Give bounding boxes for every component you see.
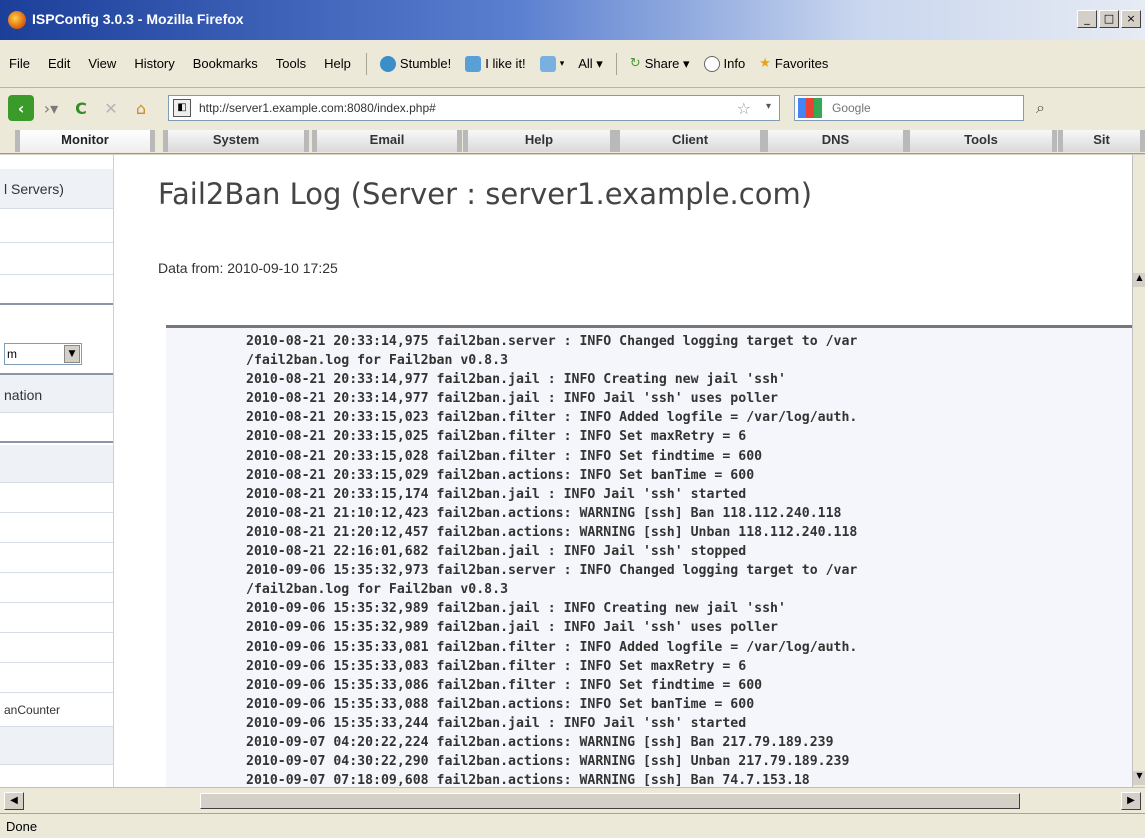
scroll-up-icon[interactable]: ▲ <box>1133 273 1145 287</box>
ilike-button[interactable]: I like it! <box>458 55 532 72</box>
tab-dns[interactable]: DNS <box>763 130 908 152</box>
maximize-button[interactable]: □ <box>1099 10 1119 28</box>
navigation-bar: ‹ ›▾ C ✕ ⌂ ◧ ☆ ▾ ⌕ <box>0 88 1145 128</box>
menu-tools[interactable]: Tools <box>267 56 315 71</box>
menu-help[interactable]: Help <box>315 56 360 71</box>
menu-view[interactable]: View <box>79 56 125 71</box>
menu-history[interactable]: History <box>125 56 183 71</box>
tab-email[interactable]: Email <box>312 130 462 152</box>
menu-bar: File Edit View History Bookmarks Tools H… <box>0 40 1145 88</box>
scroll-left-icon[interactable]: ◀ <box>4 792 24 810</box>
reload-button[interactable]: C <box>68 95 94 121</box>
main-panel: Fail2Ban Log (Server : server1.example.c… <box>114 155 1132 787</box>
horizontal-scroll-thumb[interactable] <box>200 793 1020 809</box>
stumble-label: Stumble! <box>399 56 452 71</box>
thumbs-down-dropdown-icon: ▾ <box>559 58 565 68</box>
forward-button[interactable]: ›▾ <box>38 95 64 121</box>
page-title: Fail2Ban Log (Server : server1.example.c… <box>158 177 813 211</box>
scroll-down-icon[interactable]: ▼ <box>1133 771 1145 785</box>
share-icon: ↻ <box>629 56 641 71</box>
toolbar-separator <box>615 52 617 75</box>
home-button[interactable]: ⌂ <box>128 95 154 121</box>
vertical-scrollbar[interactable]: ▲ ▼ <box>1132 155 1145 787</box>
all-dropdown[interactable]: All ▾ <box>571 56 610 72</box>
info-label: Info <box>723 56 746 71</box>
menu-edit[interactable]: Edit <box>39 56 79 71</box>
menu-file[interactable]: File <box>0 56 39 71</box>
favorites-button[interactable]: ★ Favorites <box>752 56 835 71</box>
firefox-icon <box>8 11 26 29</box>
data-timestamp: Data from: 2010-09-10 17:25 <box>158 260 338 276</box>
stumble-button[interactable]: Stumble! <box>373 55 458 72</box>
sidebar-blank-row <box>0 209 113 243</box>
tab-tools[interactable]: Tools <box>905 130 1057 152</box>
speech-bubble-icon <box>703 55 720 72</box>
stumbleupon-icon <box>379 55 396 72</box>
thumbs-up-icon <box>465 55 482 72</box>
share-label: Share ▾ <box>644 55 690 71</box>
star-icon: ★ <box>759 56 771 71</box>
sidebar-bancounter-link[interactable]: anCounter <box>0 693 113 727</box>
info-button[interactable]: Info <box>697 55 753 72</box>
minimize-button[interactable]: _ <box>1077 10 1097 28</box>
sidebar-blank-row <box>0 243 113 275</box>
thumbs-down-icon <box>539 55 556 72</box>
share-button[interactable]: ↻ Share ▾ <box>623 56 697 72</box>
sidebar-blank-row <box>0 413 113 443</box>
tab-help[interactable]: Help <box>463 130 615 152</box>
sidebar-blank-row <box>0 275 113 305</box>
sidebar-blank-row <box>0 633 113 663</box>
url-bar[interactable]: ◧ ☆ ▾ <box>168 95 780 121</box>
sidebar-blank-row <box>0 663 113 693</box>
chevron-down-icon[interactable]: ▼ <box>64 345 80 363</box>
thumbs-down-button[interactable]: ▾ <box>533 55 572 72</box>
window-title: ISPConfig 3.0.3 - Mozilla Firefox <box>32 11 244 27</box>
tab-system[interactable]: System <box>163 130 309 152</box>
back-button[interactable]: ‹ <box>8 95 34 121</box>
toolbar-separator <box>365 52 367 75</box>
google-engine-icon[interactable] <box>798 98 822 118</box>
sidebar-blank-row <box>0 445 113 483</box>
search-input[interactable] <box>830 100 980 116</box>
sidebar-servers-header[interactable]: l Servers) <box>0 169 113 209</box>
bookmark-star-icon[interactable]: ☆ <box>737 99 751 118</box>
search-box[interactable]: ⌕ <box>794 95 1045 121</box>
sidebar-blank-row <box>0 513 113 543</box>
site-identity-icon[interactable]: ◧ <box>173 99 191 117</box>
sidebar-blank-row <box>0 727 113 765</box>
sidebar-blank-row <box>0 543 113 573</box>
sidebar-information-header[interactable]: nation <box>0 373 113 413</box>
url-dropdown-icon[interactable]: ▾ <box>766 101 771 112</box>
tab-sites[interactable]: Sit <box>1058 130 1145 152</box>
log-text: 2010-08-21 20:33:14,975 fail2ban.server … <box>246 334 858 787</box>
search-icon[interactable]: ⌕ <box>1036 98 1045 118</box>
status-bar: Done <box>0 813 1145 838</box>
log-output: 2010-08-21 20:33:14,975 fail2ban.server … <box>166 325 1132 787</box>
sidebar: l Servers) m ▼ nation anCounter <box>0 155 114 787</box>
menu-bookmarks[interactable]: Bookmarks <box>184 56 267 71</box>
ilike-label: I like it! <box>485 56 526 71</box>
server-select[interactable]: m ▼ <box>4 343 82 365</box>
sidebar-blank-row <box>0 483 113 513</box>
horizontal-scrollbar[interactable]: ◀ ▶ <box>0 787 1145 813</box>
tab-monitor[interactable]: Monitor <box>15 130 155 152</box>
server-select-value: m <box>7 347 17 361</box>
title-bar: ISPConfig 3.0.3 - Mozilla Firefox _ □ × <box>0 0 1145 40</box>
url-input[interactable] <box>197 100 677 116</box>
scroll-right-icon[interactable]: ▶ <box>1121 792 1141 810</box>
tab-client[interactable]: Client <box>615 130 765 152</box>
window-controls: _ □ × <box>1077 10 1141 28</box>
sidebar-blank-row <box>0 603 113 633</box>
module-tabs: Monitor System Email Help Client DNS Too… <box>0 128 1145 154</box>
sidebar-blank-row <box>0 573 113 603</box>
stop-button[interactable]: ✕ <box>98 95 124 121</box>
favorites-label: Favorites <box>774 56 829 71</box>
close-button[interactable]: × <box>1121 10 1141 28</box>
page-content: l Servers) m ▼ nation anCounter Fail2Ban… <box>0 155 1132 787</box>
